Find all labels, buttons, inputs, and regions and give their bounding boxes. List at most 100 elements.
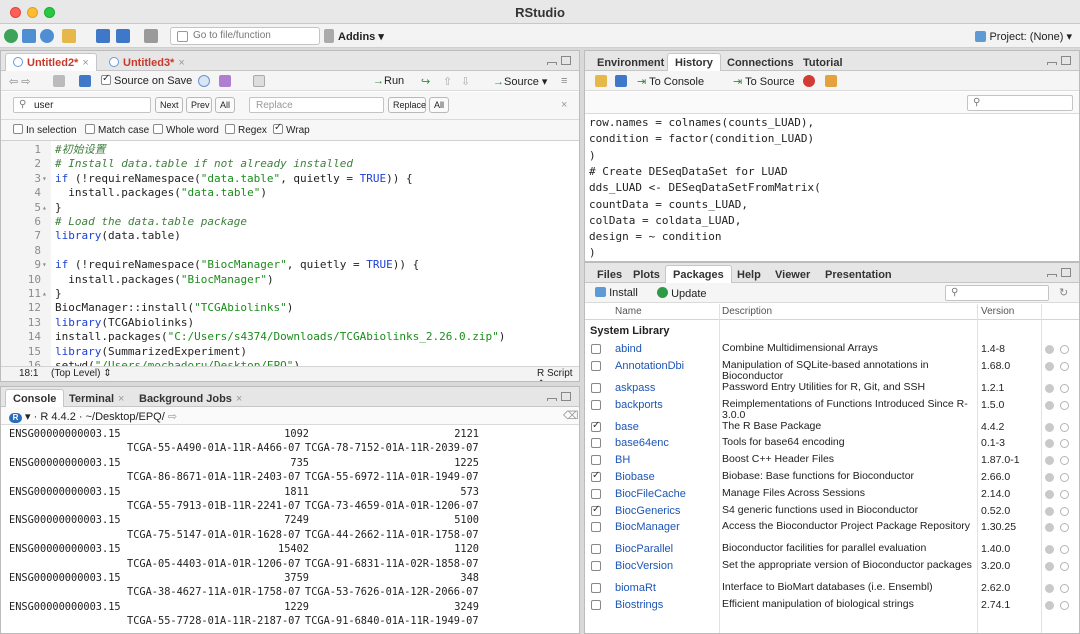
remove-package-icon[interactable] xyxy=(1060,361,1069,371)
package-load-checkbox[interactable] xyxy=(591,382,601,393)
to-console-button[interactable]: ⇥ To Console xyxy=(637,75,704,88)
minimize-pane-icon[interactable] xyxy=(547,62,557,65)
in-selection-option[interactable]: In selection xyxy=(13,124,77,136)
package-name-link[interactable]: Biostrings xyxy=(615,599,663,611)
package-website-icon[interactable] xyxy=(1045,345,1054,354)
remove-package-icon[interactable] xyxy=(1060,400,1069,410)
package-load-checkbox[interactable] xyxy=(591,561,601,572)
tab-presentation[interactable]: Presentation xyxy=(817,265,900,283)
package-load-checkbox[interactable] xyxy=(591,344,601,354)
package-website-icon[interactable] xyxy=(1045,489,1054,499)
code-line[interactable]: 14 install.packages("C:/Users/s4374/Downl… xyxy=(1,330,579,344)
tab-untitled3[interactable]: Untitled3* × xyxy=(101,53,193,71)
package-load-checkbox[interactable] xyxy=(591,544,601,555)
find-input[interactable]: ⚲ user xyxy=(13,97,151,113)
packages-search-input[interactable]: ⚲ xyxy=(945,285,1049,301)
package-load-checkbox[interactable] xyxy=(591,600,601,610)
maximize-pane-icon[interactable] xyxy=(1061,268,1071,277)
maximize-pane-icon[interactable] xyxy=(1061,56,1071,65)
back-forward-icon[interactable]: ⇦ ⇨ xyxy=(9,75,31,88)
column-name-header[interactable]: Name xyxy=(615,306,642,317)
open-project-icon[interactable] xyxy=(40,29,54,43)
code-line[interactable]: 7 library(data.table) xyxy=(1,229,579,243)
code-line[interactable]: 3 ▾ if (!requireNamespace("data.table", qu… xyxy=(1,172,579,186)
package-load-checkbox[interactable] xyxy=(591,504,601,516)
source-on-save-toggle[interactable]: Source on Save xyxy=(101,73,192,87)
package-name-link[interactable]: askpass xyxy=(615,382,655,394)
package-name-link[interactable]: backports xyxy=(615,399,663,411)
save-file-icon[interactable] xyxy=(79,75,91,87)
addins-menu[interactable]: Addins ▾ xyxy=(338,30,384,43)
r-version-selector[interactable]: R ▾ · R 4.4.2 · ~/Desktop/EPQ/ ⇨ xyxy=(9,410,177,423)
remove-package-icon[interactable] xyxy=(1060,489,1069,499)
remove-package-icon[interactable] xyxy=(1060,473,1069,482)
run-button[interactable]: →Run xyxy=(373,75,404,87)
history-entry[interactable]: countData = counts_LUAD, xyxy=(589,197,748,213)
remove-package-icon[interactable] xyxy=(1060,439,1069,449)
replace-button[interactable]: Replace xyxy=(388,97,426,113)
remove-package-icon[interactable] xyxy=(1060,584,1069,594)
remove-entry-icon[interactable] xyxy=(803,75,815,87)
code-line[interactable]: 8 xyxy=(1,244,579,258)
rerun-icon[interactable]: ↪ xyxy=(421,75,430,88)
package-name-link[interactable]: BiocVersion xyxy=(615,560,673,572)
minimize-pane-icon[interactable] xyxy=(1047,62,1057,65)
regex-checkbox[interactable] xyxy=(225,124,235,134)
package-name-link[interactable]: base xyxy=(615,421,639,433)
console-output[interactable]: ENSG00000000003.15 1092 2121 TCGA-55-A490-0… xyxy=(1,427,579,633)
minimize-pane-icon[interactable] xyxy=(547,398,557,401)
tab-connections[interactable]: Connections xyxy=(719,53,802,71)
tab-files[interactable]: Files xyxy=(589,265,630,283)
load-history-icon[interactable] xyxy=(595,75,607,87)
new-file-icon[interactable] xyxy=(4,29,18,43)
update-button[interactable]: Update xyxy=(657,287,707,300)
refresh-packages-icon[interactable]: ↻ xyxy=(1059,286,1068,299)
match-case-option[interactable]: Match case xyxy=(85,124,149,136)
code-line[interactable]: 15 library(SummarizedExperiment) xyxy=(1,345,579,359)
maximize-pane-icon[interactable] xyxy=(561,392,571,401)
remove-package-icon[interactable] xyxy=(1060,562,1069,572)
code-tools-wand-icon[interactable] xyxy=(219,75,231,87)
install-button[interactable]: Install xyxy=(595,287,638,299)
to-source-button[interactable]: ⇥ To Source xyxy=(733,75,795,88)
close-tab-icon[interactable]: × xyxy=(82,57,88,69)
close-find-icon[interactable]: × xyxy=(561,99,567,111)
print-icon[interactable] xyxy=(144,29,158,43)
fold-toggle-icon[interactable]: ▴ xyxy=(42,287,47,301)
package-load-checkbox[interactable] xyxy=(591,420,601,432)
code-line[interactable]: 5 ▴} xyxy=(1,201,579,215)
package-name-link[interactable]: Biobase xyxy=(615,471,655,483)
find-next-button[interactable]: Next xyxy=(155,97,183,113)
match-case-checkbox[interactable] xyxy=(85,124,95,134)
code-line[interactable]: 9 ▾ if (!requireNamespace("BiocManager", q… xyxy=(1,258,579,272)
package-name-link[interactable]: BiocParallel xyxy=(615,543,673,555)
history-search-input[interactable]: ⚲ xyxy=(967,95,1073,111)
code-line[interactable]: 10 install.packages("BiocManager") xyxy=(1,273,579,287)
package-website-icon[interactable] xyxy=(1045,584,1054,594)
code-line[interactable]: 1 #初始设置 xyxy=(1,143,579,157)
wrap-option[interactable]: Wrap xyxy=(273,122,310,136)
clear-history-icon[interactable] xyxy=(825,75,837,87)
code-line[interactable]: 12 BiocManager::install("TCGAbiolinks") xyxy=(1,301,579,315)
package-name-link[interactable]: BiocFileCache xyxy=(615,488,686,500)
new-project-icon[interactable] xyxy=(22,29,36,43)
tab-help[interactable]: Help xyxy=(729,265,769,283)
remove-package-icon[interactable] xyxy=(1060,523,1069,533)
history-entry[interactable]: ) xyxy=(589,148,596,164)
package-website-icon[interactable] xyxy=(1045,361,1054,371)
package-load-checkbox[interactable] xyxy=(591,438,601,449)
code-tools-icon[interactable] xyxy=(324,29,334,43)
history-entry[interactable]: ) xyxy=(589,245,596,261)
remove-package-icon[interactable] xyxy=(1060,345,1069,354)
package-website-icon[interactable] xyxy=(1045,383,1054,393)
replace-all-button[interactable]: All xyxy=(429,97,449,113)
package-website-icon[interactable] xyxy=(1045,506,1054,516)
package-name-link[interactable]: biomaRt xyxy=(615,582,656,594)
package-load-checkbox[interactable] xyxy=(591,522,601,533)
tab-background-jobs[interactable]: Background Jobs × xyxy=(131,389,250,407)
save-history-icon[interactable] xyxy=(615,75,627,87)
package-website-icon[interactable] xyxy=(1045,422,1054,432)
tab-untitled2[interactable]: Untitled2* × xyxy=(5,53,97,71)
package-load-checkbox[interactable] xyxy=(591,399,601,410)
close-tab-icon[interactable]: × xyxy=(178,57,184,69)
